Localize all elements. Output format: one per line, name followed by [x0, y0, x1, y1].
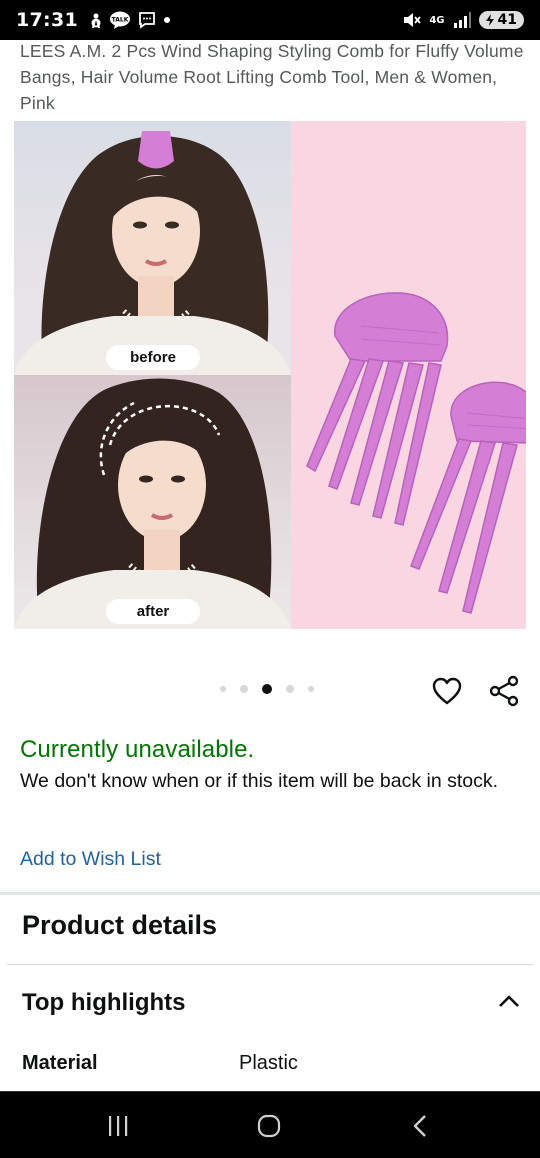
spec-value-material: Plastic [239, 1052, 298, 1074]
signal-icon [453, 12, 471, 28]
before-label: before [106, 345, 200, 370]
carousel-dot[interactable] [220, 686, 226, 692]
product-details-heading: Product details [22, 910, 218, 940]
chat-bubble-icon [139, 12, 155, 29]
status-bar: 17:31 TALK 4G 41 [0, 0, 540, 40]
before-model-illustration [14, 131, 291, 375]
network-type: 4G [429, 14, 445, 26]
carousel-dot-active[interactable] [262, 684, 272, 694]
heart-icon [432, 677, 462, 705]
stock-message: We don't know when or if this item will … [20, 770, 499, 792]
favorite-button[interactable] [430, 674, 464, 708]
after-model-illustration [14, 378, 291, 629]
notification-icons: TALK [90, 11, 171, 29]
before-photo: before [14, 121, 291, 375]
battery-saver-icon [485, 14, 494, 26]
home-button[interactable] [229, 1092, 309, 1158]
carousel-dot[interactable] [308, 686, 314, 692]
talk-icon: TALK [109, 11, 130, 29]
spec-label-material: Material [22, 1052, 98, 1074]
status-right: 4G 41 [403, 11, 524, 29]
add-to-wish-list-link[interactable]: Add to Wish List [20, 848, 161, 871]
comb-product-photo [291, 121, 526, 629]
status-time: 17:31 [16, 9, 78, 31]
person-icon [91, 13, 101, 28]
details-divider [7, 964, 533, 965]
comb-illustration [306, 292, 526, 614]
battery-indicator: 41 [478, 11, 524, 29]
back-button[interactable] [380, 1092, 460, 1158]
chevron-up-icon [499, 995, 519, 1007]
carousel-dot[interactable] [240, 685, 248, 693]
dot-icon [163, 17, 170, 23]
back-icon [413, 1114, 426, 1137]
recents-button[interactable] [78, 1092, 158, 1158]
recents-icon [109, 1115, 128, 1136]
after-label: after [106, 599, 200, 624]
svg-text:TALK: TALK [112, 17, 129, 24]
product-title[interactable]: LEES A.M. 2 Pcs Wind Shaping Styling Com… [20, 38, 525, 116]
top-highlights-toggle[interactable]: Top highlights [22, 989, 186, 1017]
mute-icon [404, 13, 422, 27]
after-photo: after [14, 375, 291, 629]
carousel-dot[interactable] [286, 685, 294, 693]
collapse-highlights-button[interactable] [496, 990, 522, 1012]
image-carousel-indicator[interactable] [220, 684, 314, 694]
share-button[interactable] [486, 674, 522, 708]
system-navigation-bar [0, 1091, 540, 1158]
home-icon [257, 1114, 281, 1137]
availability-status: Currently unavailable. [20, 736, 255, 763]
section-divider [0, 892, 540, 895]
share-icon [489, 675, 519, 707]
product-image[interactable]: before after [14, 121, 526, 629]
battery-level: 41 [497, 12, 517, 28]
